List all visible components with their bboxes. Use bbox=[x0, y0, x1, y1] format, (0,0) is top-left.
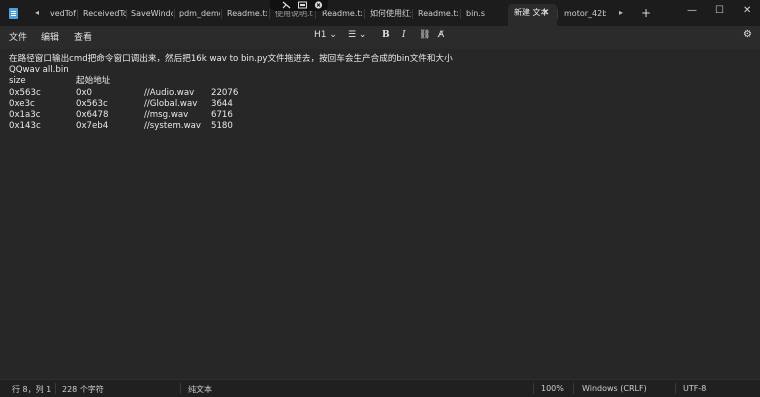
tab[interactable]: motor_42byj bbox=[562, 6, 606, 22]
tab[interactable]: Readme.txt bbox=[416, 6, 458, 22]
close-tab-icon[interactable]: ✕ bbox=[542, 8, 550, 18]
table-row: 0x1a3c 0x6478 //msg.wav 6716 bbox=[9, 110, 751, 121]
table-header: size 起始地址 bbox=[9, 76, 751, 87]
table-row: 0x143c 0x7eb4 //system.wav 5180 bbox=[9, 121, 751, 132]
italic-button[interactable]: I bbox=[402, 30, 406, 40]
cell: 起始地址 bbox=[76, 76, 111, 87]
menu-bar: 文件 编辑 查看 H1 ⌄ ☰ ⌄ B I ⛓ A̸ ⚙ bbox=[0, 26, 760, 49]
bold-button[interactable]: B bbox=[382, 30, 390, 40]
menu-edit[interactable]: 编辑 bbox=[41, 30, 59, 43]
text-editor[interactable]: 在路径窗口输出cmd把命令窗口调出来，然后把16k wav to bin.py文… bbox=[0, 49, 760, 379]
cell: //Audio.wav bbox=[144, 87, 195, 98]
menu-view[interactable]: 查看 bbox=[74, 30, 92, 43]
menu-file[interactable]: 文件 bbox=[9, 30, 27, 43]
maximize-button[interactable]: ☐ bbox=[715, 5, 724, 16]
scroll-tabs-left-icon[interactable]: ◂ bbox=[35, 8, 39, 17]
tab[interactable]: 如何使用红外 bbox=[368, 6, 411, 22]
list-dropdown[interactable]: ☰ ⌄ bbox=[348, 30, 366, 40]
cell: 3644 bbox=[211, 98, 233, 109]
close-circle-icon[interactable] bbox=[314, 1, 323, 9]
add-tab-button[interactable]: + bbox=[641, 6, 651, 20]
text-format[interactable]: 纯文本 bbox=[188, 384, 212, 395]
floating-toolbar bbox=[270, 0, 328, 11]
cell: 0x563c bbox=[9, 87, 41, 98]
cell: 0x143c bbox=[9, 121, 41, 132]
character-count: 228 个字符 bbox=[62, 385, 104, 394]
cell: 22076 bbox=[211, 87, 239, 98]
cursor-position: 行 8，列 1 bbox=[12, 385, 52, 394]
link-icon[interactable]: ⛓ bbox=[419, 30, 430, 40]
tab-active[interactable]: 新建 文本 bbox=[508, 4, 557, 26]
cell: 0x1a3c bbox=[9, 109, 41, 120]
tab[interactable]: pdm_demo.c bbox=[177, 6, 220, 22]
notepad-app-icon bbox=[9, 8, 18, 19]
cell: 0x563c bbox=[76, 98, 108, 109]
status-bar: 行 8，列 1 228 个字符 纯文本 100% Windows (CRLF) … bbox=[0, 379, 760, 397]
encoding[interactable]: UTF-8 bbox=[683, 384, 706, 393]
tab[interactable]: vedTofi bbox=[48, 6, 76, 22]
table-row: 0xe3c 0x563c //Global.wav 3644 bbox=[9, 99, 751, 110]
doc-line: 在路径窗口输出cmd把命令窗口调出来，然后把16k wav to bin.py文… bbox=[9, 54, 453, 64]
tab[interactable]: Readme.txt bbox=[225, 6, 267, 22]
cell: 5180 bbox=[211, 121, 233, 132]
cell: //msg.wav bbox=[144, 109, 189, 120]
scroll-tabs-right-icon[interactable]: ▸ bbox=[619, 8, 623, 17]
cell: 0x7eb4 bbox=[76, 121, 109, 132]
tab[interactable]: ReceivedTofi bbox=[81, 6, 126, 22]
tab[interactable]: SaveWindow bbox=[129, 6, 173, 22]
cell: size bbox=[9, 76, 26, 87]
title-bar: ◂ vedTofi ReceivedTofi SaveWindow pdm_de… bbox=[0, 0, 760, 26]
settings-gear-icon[interactable]: ⚙ bbox=[743, 29, 752, 40]
cell: 0x0 bbox=[76, 87, 93, 98]
cell: 6716 bbox=[211, 109, 233, 120]
cell: //system.wav bbox=[144, 121, 201, 132]
tab[interactable]: bin.s bbox=[464, 6, 496, 22]
minimize-button[interactable]: — bbox=[687, 5, 697, 16]
cell: 0xe3c bbox=[9, 98, 35, 109]
doc-line: QQwav all.bin bbox=[9, 65, 69, 76]
zoom-level[interactable]: 100% bbox=[541, 384, 564, 393]
clear-format-icon[interactable]: A̸ bbox=[438, 30, 444, 40]
heading-dropdown[interactable]: H1 ⌄ bbox=[314, 30, 337, 40]
cell: 0x6478 bbox=[76, 109, 109, 120]
table-row: 0x563c 0x0 //Audio.wav 22076 bbox=[9, 88, 751, 99]
screen-icon[interactable] bbox=[298, 1, 307, 9]
pin-icon[interactable] bbox=[282, 1, 291, 9]
line-ending[interactable]: Windows (CRLF) bbox=[582, 384, 647, 393]
cell: //Global.wav bbox=[144, 98, 198, 109]
window-close-button[interactable]: ✕ bbox=[743, 5, 751, 16]
